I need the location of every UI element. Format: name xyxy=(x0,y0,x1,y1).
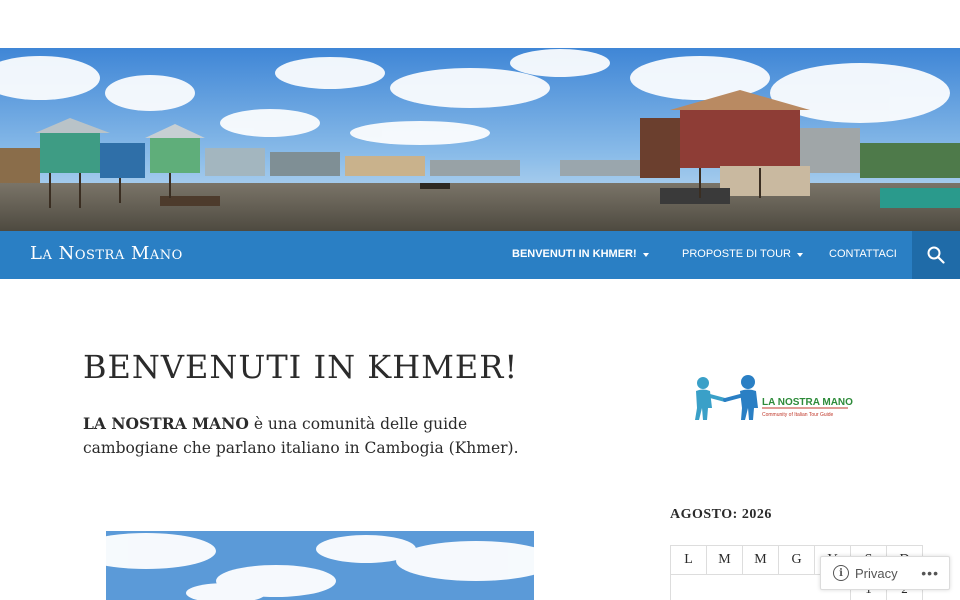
chevron-down-icon xyxy=(642,252,649,257)
page-title: BENVENUTI IN KHMER! xyxy=(83,348,519,386)
nav-item-benvenuti[interactable]: BENVENUTI IN KHMER! xyxy=(512,248,649,260)
site-title-link[interactable]: La Nostra Mano xyxy=(30,243,183,264)
top-whitespace xyxy=(0,0,960,48)
content-image[interactable] xyxy=(106,531,534,600)
more-options-icon[interactable]: ••• xyxy=(921,565,939,581)
nav-item-proposte-di-tour[interactable]: PROPOSTE DI TOUR xyxy=(682,248,804,260)
search-toggle-button[interactable] xyxy=(912,231,960,279)
chevron-down-icon xyxy=(797,252,804,257)
sky-photo xyxy=(106,531,534,600)
primary-navigation-bar: La Nostra Mano BENVENUTI IN KHMER! PROPO… xyxy=(0,231,960,279)
header-banner-image[interactable] xyxy=(0,48,960,231)
logo-brand-text: LA NOSTRA MANO xyxy=(762,397,853,408)
weekday-header: M xyxy=(742,545,779,575)
floating-village-banner xyxy=(0,48,960,231)
nav-item-label: PROPOSTE DI TOUR xyxy=(682,248,792,260)
weekday-header: M xyxy=(706,545,743,575)
info-icon: i xyxy=(833,565,849,581)
intro-strong-text: LA NOSTRA MANO xyxy=(83,414,249,433)
nav-item-contattaci[interactable]: CONTATTACI xyxy=(829,248,897,260)
search-icon xyxy=(927,246,945,264)
nav-item-label: CONTATTACI xyxy=(829,248,897,260)
weekday-header: G xyxy=(778,545,815,575)
entry-intro-paragraph: LA NOSTRA MANO è una comunità delle guid… xyxy=(83,412,543,460)
site-logo[interactable]: LA NOSTRA MANO Community of Italian Tour… xyxy=(690,372,860,428)
calendar-caption: AGOSTO: 2026 xyxy=(670,507,772,522)
weekday-header: L xyxy=(670,545,707,575)
privacy-badge[interactable]: i Privacy ••• xyxy=(820,556,950,590)
holding-hands-logo-icon: LA NOSTRA MANO Community of Italian Tour… xyxy=(695,375,853,420)
logo-tagline-text: Community of Italian Tour Guide xyxy=(762,412,834,418)
nav-item-label: BENVENUTI IN KHMER! xyxy=(512,248,637,260)
privacy-label: Privacy xyxy=(855,565,898,581)
